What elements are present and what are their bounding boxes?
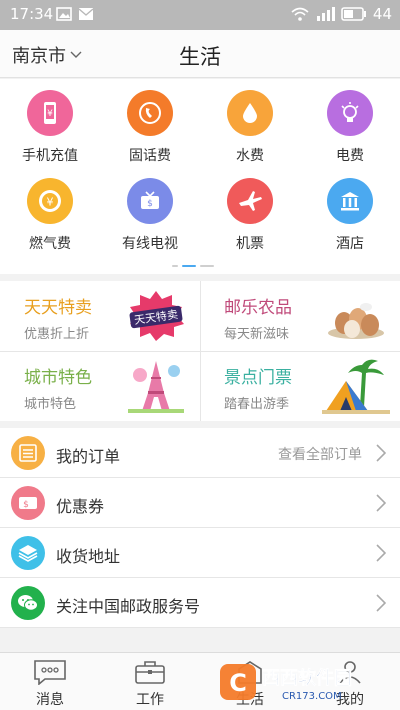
light-bulb-icon <box>327 90 373 136</box>
menu-item-follow-service-account[interactable]: 关注中国邮政服务号 <box>0 578 400 628</box>
address-layers-icon <box>11 536 45 570</box>
menu-item-label: 收货地址 <box>56 547 121 566</box>
svg-text:¥: ¥ <box>47 109 53 119</box>
battery-percent: 44 <box>372 5 392 23</box>
service-label: 酒店 <box>336 236 364 252</box>
service-label: 手机充值 <box>22 148 78 164</box>
menu-item-label: 我的订单 <box>56 447 121 466</box>
menu-item-label: 关注中国邮政服务号 <box>56 597 201 616</box>
promo-subtitle: 踏春出游季 <box>224 397 290 412</box>
watermark-url: CR173.COM <box>282 691 342 702</box>
menu-list: 我的订单 查看全部订单 $ 优惠券 收货地址 关注中国邮政服务号 <box>0 428 400 628</box>
wechat-icon <box>11 586 45 620</box>
service-landline[interactable]: 固话费 <box>100 90 200 165</box>
status-bar: 17:34 44 <box>0 0 400 30</box>
service-label: 水费 <box>236 148 264 164</box>
mail-notification-icon <box>78 8 94 20</box>
status-notification-icons <box>56 7 94 21</box>
service-label: 燃气费 <box>29 236 71 252</box>
service-label: 固话费 <box>129 148 171 164</box>
service-hotel[interactable]: 酒店 <box>300 178 400 253</box>
gas-coin-icon: ¥ <box>27 178 73 224</box>
battery-icon <box>341 7 366 21</box>
app-header: 南京市 生活 <box>0 30 400 78</box>
wifi-icon <box>291 7 309 21</box>
promo-subtitle: 城市特色 <box>24 397 77 412</box>
svg-text:$: $ <box>23 500 29 510</box>
landline-icon <box>127 90 173 136</box>
promo-section: 天天特卖 优惠折上折 天天特卖 邮乐农品 每天新滋味 城市特色 城市特色 景点门… <box>0 281 400 421</box>
watermark-text: 西西软件园 <box>262 667 352 689</box>
promo-title: 城市特色 <box>24 368 92 388</box>
promo-title: 天天特卖 <box>24 298 92 318</box>
service-label: 机票 <box>236 236 264 252</box>
water-drop-icon <box>227 90 273 136</box>
menu-item-coupons[interactable]: $ 优惠券 <box>0 478 400 528</box>
chevron-right-icon <box>376 544 386 562</box>
promo-attraction-tickets[interactable]: 景点门票 踏春出游季 <box>200 351 400 421</box>
service-water[interactable]: 水费 <box>200 90 300 165</box>
eggs-icon <box>328 303 384 339</box>
divider <box>0 351 400 352</box>
service-grid: ¥ 手机充值 固话费 水费 电费 ¥ 燃气费 $ 有线电视 机票 酒店 <box>0 79 400 274</box>
image-notification-icon <box>56 7 72 21</box>
chevron-right-icon <box>376 594 386 612</box>
status-time: 17:34 <box>10 5 54 23</box>
status-right: 44 <box>291 5 392 23</box>
promo-subtitle: 优惠折上折 <box>24 327 90 342</box>
daily-sale-badge-icon: 天天特卖 <box>129 291 184 341</box>
svg-text:$: $ <box>147 199 153 209</box>
service-flight[interactable]: 机票 <box>200 178 300 253</box>
tab-work[interactable]: 工作 <box>100 653 200 710</box>
promo-city-specialty[interactable]: 城市特色 城市特色 <box>0 351 200 421</box>
page-dot <box>172 265 178 267</box>
tv-icon: $ <box>127 178 173 224</box>
message-icon <box>34 660 66 685</box>
menu-item-address[interactable]: 收货地址 <box>0 528 400 578</box>
promo-farm-products[interactable]: 邮乐农品 每天新滋味 <box>200 281 400 351</box>
service-electricity[interactable]: 电费 <box>300 90 400 165</box>
camping-tent-icon <box>322 359 390 414</box>
eiffel-tower-icon <box>128 361 184 413</box>
service-gas[interactable]: ¥ 燃气费 <box>0 178 100 253</box>
menu-item-label: 优惠券 <box>56 497 105 516</box>
promo-title: 景点门票 <box>224 368 292 388</box>
order-list-icon <box>11 436 45 470</box>
site-watermark-logo: C 西西软件园 CR173.COM <box>220 664 352 702</box>
service-label: 有线电视 <box>122 236 178 252</box>
coupon-icon: $ <box>11 486 45 520</box>
page-dot-active <box>182 265 196 267</box>
hotel-building-icon <box>327 178 373 224</box>
service-label: 电费 <box>336 148 364 164</box>
tab-label: 工作 <box>136 692 164 708</box>
page-indicator <box>172 265 214 267</box>
chevron-right-icon <box>376 494 386 512</box>
service-phone-recharge[interactable]: ¥ 手机充值 <box>0 90 100 165</box>
svg-text:C: C <box>229 669 247 697</box>
briefcase-icon <box>135 661 165 684</box>
tab-label: 消息 <box>36 692 64 708</box>
chevron-right-icon <box>376 444 386 462</box>
promo-daily-sale[interactable]: 天天特卖 优惠折上折 天天特卖 <box>0 281 200 351</box>
view-all-orders-link[interactable]: 查看全部订单 <box>278 444 362 464</box>
service-cable-tv[interactable]: $ 有线电视 <box>100 178 200 253</box>
page-title: 生活 <box>179 45 221 69</box>
promo-title: 邮乐农品 <box>224 298 292 318</box>
svg-text:¥: ¥ <box>47 196 54 209</box>
menu-item-my-orders[interactable]: 我的订单 查看全部订单 <box>0 428 400 478</box>
promo-subtitle: 每天新滋味 <box>224 327 290 342</box>
airplane-icon <box>227 178 273 224</box>
page-dot <box>200 265 214 267</box>
tab-messages[interactable]: 消息 <box>0 653 100 710</box>
phone-recharge-icon: ¥ <box>27 90 73 136</box>
signal-icon <box>316 7 335 21</box>
